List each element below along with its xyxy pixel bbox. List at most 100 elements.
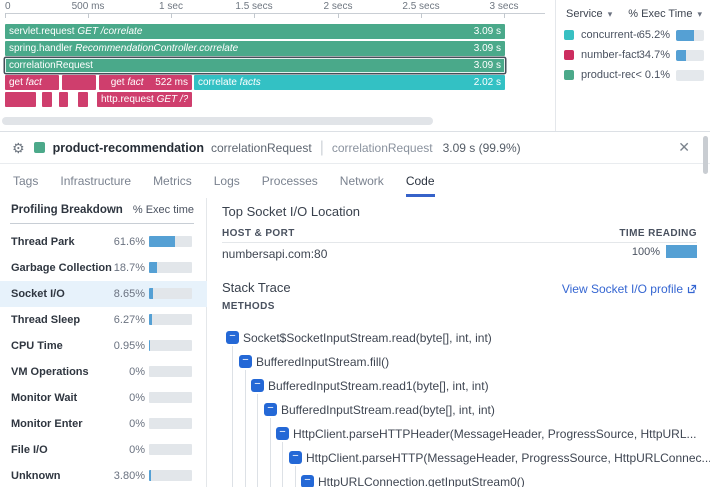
profiling-row[interactable]: Socket I/O8.65% <box>0 281 207 307</box>
header-separator: | <box>320 139 324 157</box>
service-exec-percent: 65.2% <box>639 29 670 41</box>
collapse-icon[interactable]: − <box>301 475 314 487</box>
service-exec-bar-fill <box>676 30 694 41</box>
service-name: product-recommendation <box>53 141 204 155</box>
trace-span[interactable] <box>78 92 88 107</box>
tab-processes[interactable]: Processes <box>262 174 318 197</box>
profiling-bar <box>149 262 192 273</box>
collapse-icon[interactable]: − <box>251 379 264 392</box>
profiling-bar-fill <box>149 314 152 325</box>
profiling-row[interactable]: Unknown3.80% <box>0 463 207 489</box>
stack-method-row[interactable]: −BufferedInputStream.read1(byte[], int, … <box>208 379 710 393</box>
stack-method-name[interactable]: Socket$SocketInputStream.read(byte[], in… <box>243 331 492 345</box>
tab-network[interactable]: Network <box>340 174 384 197</box>
services-gear-icon[interactable]: ⚙ <box>12 141 25 155</box>
trace-span[interactable] <box>5 92 36 107</box>
collapse-icon[interactable]: − <box>264 403 277 416</box>
service-exec-bar <box>676 50 704 61</box>
stack-method-name[interactable]: BufferedInputStream.fill() <box>256 355 389 369</box>
collapse-icon[interactable]: − <box>239 355 252 368</box>
caret-down-icon: ▾ <box>608 9 613 19</box>
stack-method-name[interactable]: HttpClient.parseHTTPHeader(MessageHeader… <box>293 427 697 441</box>
profiling-type-label: Thread Park <box>11 229 75 255</box>
span-label: spring.handler RecommendationController.… <box>9 43 470 54</box>
profiling-type-label: Monitor Wait <box>11 385 77 411</box>
span-label: get fact <box>103 77 151 88</box>
trace-span[interactable]: get fact522 ms <box>99 75 192 90</box>
trace-span[interactable] <box>59 92 68 107</box>
service-exec-bar <box>676 30 704 41</box>
exec-time-column-header[interactable]: % Exec Time▾ <box>628 8 702 20</box>
service-color-chip <box>34 142 45 153</box>
profiling-row[interactable]: File I/O0% <box>0 437 207 463</box>
detail-header: ⚙ product-recommendation correlationRequ… <box>0 132 710 164</box>
trace-span[interactable] <box>62 75 96 90</box>
profiling-type-label: VM Operations <box>11 359 89 385</box>
stack-method-row[interactable]: −Socket$SocketInputStream.read(byte[], i… <box>208 331 710 345</box>
trace-span[interactable]: correlate facts2.02 s <box>194 75 505 90</box>
service-row[interactable]: product-recom...< 0.1% <box>564 66 704 84</box>
profiling-type-label: Monitor Enter <box>11 411 83 437</box>
tab-metrics[interactable]: Metrics <box>153 174 192 197</box>
service-row[interactable]: number-facts34.7% <box>564 46 704 64</box>
profiling-row[interactable]: Monitor Enter0% <box>0 411 207 437</box>
tab-code[interactable]: Code <box>406 174 435 197</box>
service-row[interactable]: concurrent-cor...65.2% <box>564 26 704 44</box>
horizontal-scrollbar[interactable] <box>2 117 433 125</box>
profiling-percent: 0% <box>129 359 145 385</box>
collapse-icon[interactable]: − <box>226 331 239 344</box>
service-column-header[interactable]: Service▾ <box>566 8 612 20</box>
tab-tags[interactable]: Tags <box>13 174 38 197</box>
collapse-icon[interactable]: − <box>289 451 302 464</box>
stack-method-name[interactable]: HttpClient.parseHTTP(MessageHeader, Prog… <box>306 451 710 465</box>
stack-method-row[interactable]: −HttpClient.parseHTTP(MessageHeader, Pro… <box>208 451 710 465</box>
profiling-bar-fill <box>149 236 175 247</box>
stack-method-row[interactable]: −HttpClient.parseHTTPHeader(MessageHeade… <box>208 427 710 441</box>
tab-logs[interactable]: Logs <box>214 174 240 197</box>
profiling-bar <box>149 314 192 325</box>
profiling-percent: 3.80% <box>114 463 145 489</box>
collapse-icon[interactable]: − <box>276 427 289 440</box>
profiling-type-label: Garbage Collection <box>11 255 112 281</box>
service-exec-bar-fill <box>676 50 686 61</box>
service-name: number-facts <box>581 49 639 61</box>
socket-io-detail: Top Socket I/O Location HOST & PORT TIME… <box>208 198 710 487</box>
profiling-bar <box>149 236 192 247</box>
service-color-chip <box>564 70 574 80</box>
profiling-type-label: Thread Sleep <box>11 307 80 333</box>
profiling-breakdown-title: Profiling Breakdown <box>11 204 123 220</box>
exec-time-column-label: % Exec time <box>133 204 194 220</box>
service-exec-percent: < 0.1% <box>635 69 670 81</box>
profiling-row[interactable]: Monitor Wait0% <box>0 385 207 411</box>
profiling-bar <box>149 340 192 351</box>
resource-name: correlationRequest <box>332 141 433 155</box>
span-duration-label: 3.09 s <box>474 26 501 37</box>
stack-method-row[interactable]: −HttpURLConnection.getInputStream0() <box>208 475 710 487</box>
code-tab-content: Profiling Breakdown % Exec time Thread P… <box>0 198 710 487</box>
tab-infrastructure[interactable]: Infrastructure <box>60 174 131 197</box>
trace-span[interactable]: get fact <box>5 75 59 90</box>
trace-flame-section: 0500 ms1 sec1.5 secs2 secs2.5 secs3 secs… <box>0 0 710 131</box>
close-icon[interactable]: ✕ <box>678 139 690 156</box>
trace-span[interactable]: correlationRequest3.09 s <box>5 58 505 73</box>
profiling-percent: 6.27% <box>114 307 145 333</box>
stack-method-name[interactable]: HttpURLConnection.getInputStream0() <box>318 475 525 487</box>
stack-method-name[interactable]: BufferedInputStream.read1(byte[], int, i… <box>268 379 489 393</box>
profiling-row[interactable]: Garbage Collection18.7% <box>0 255 207 281</box>
profiling-row[interactable]: Thread Sleep 6.27% <box>0 307 207 333</box>
vertical-scrollbar[interactable] <box>703 136 708 174</box>
trace-span[interactable]: spring.handler RecommendationController.… <box>5 41 505 56</box>
trace-span[interactable]: http.request GET /? <box>97 92 192 107</box>
profiling-row[interactable]: CPU Time0.95% <box>0 333 207 359</box>
stack-method-row[interactable]: −BufferedInputStream.read(byte[], int, i… <box>208 403 710 417</box>
stack-method-name[interactable]: BufferedInputStream.read(byte[], int, in… <box>281 403 495 417</box>
profiling-row[interactable]: VM Operations 0% <box>0 359 207 385</box>
profiling-percent: 61.6% <box>114 229 145 255</box>
flame-graph: servlet.request GET /correlate3.09 s spri… <box>0 0 555 115</box>
trace-span[interactable]: servlet.request GET /correlate3.09 s <box>5 24 505 39</box>
profiling-bar <box>149 418 192 429</box>
profiling-row[interactable]: Thread Park 61.6% <box>0 229 207 255</box>
stack-method-row[interactable]: −BufferedInputStream.fill() <box>208 355 710 369</box>
service-exec-percent: 34.7% <box>639 49 670 61</box>
trace-span[interactable] <box>42 92 52 107</box>
